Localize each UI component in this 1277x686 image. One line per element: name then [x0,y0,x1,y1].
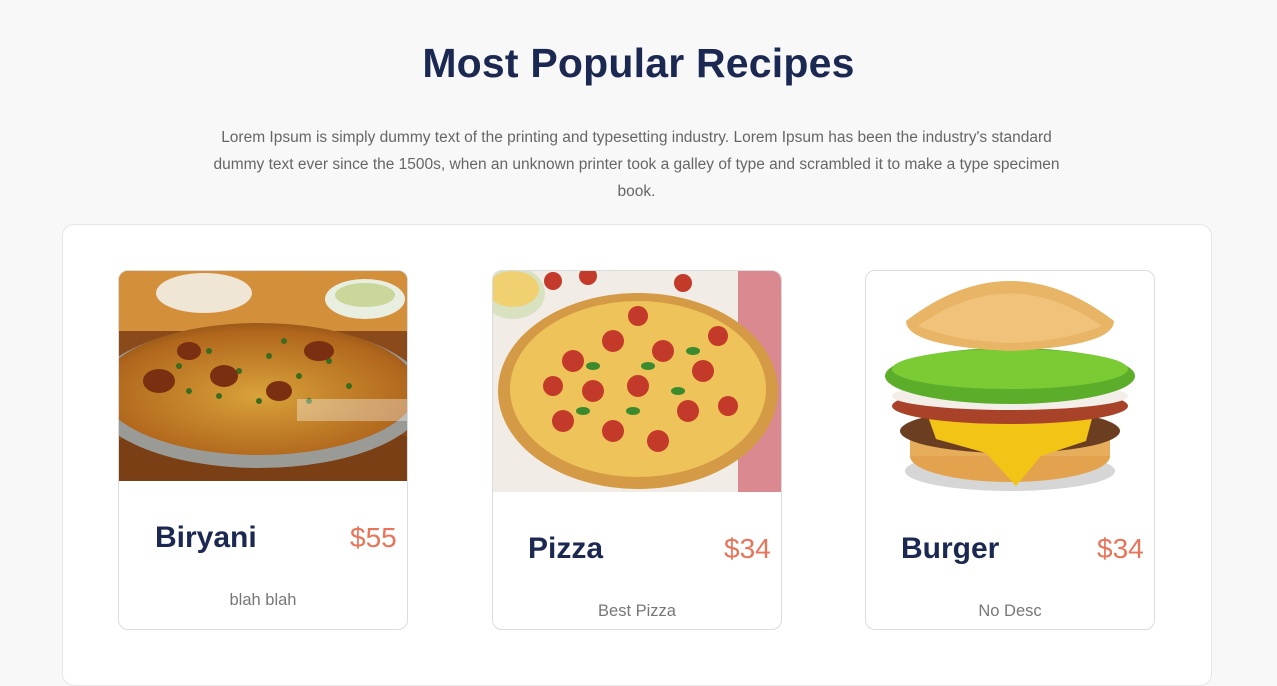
recipe-card-biryani[interactable]: Biryani $55 blah blah [118,270,408,630]
recipe-description: blah blah [229,591,297,609]
recipe-name: Biryani [155,521,257,554]
pizza-photo [493,271,781,492]
recipe-price: $34 [724,533,771,564]
recipe-card-burger[interactable]: Burger $34 No Desc [865,270,1155,630]
recipe-name: Burger [901,532,1000,565]
section-title: Most Popular Recipes [422,40,855,86]
recipe-price: $55 [350,522,397,553]
recipe-description: Best Pizza [598,602,676,620]
recipe-name: Pizza [528,532,604,565]
burger-photo [866,271,1154,492]
recipe-price: $34 [1097,533,1144,564]
recipe-card-pizza[interactable]: Pizza $34 Best Pizza [492,270,782,630]
section-description: Lorem Ipsum is simply dummy text of the … [213,129,1060,200]
biryani-photo [119,271,407,481]
recipe-description: No Desc [978,602,1042,620]
